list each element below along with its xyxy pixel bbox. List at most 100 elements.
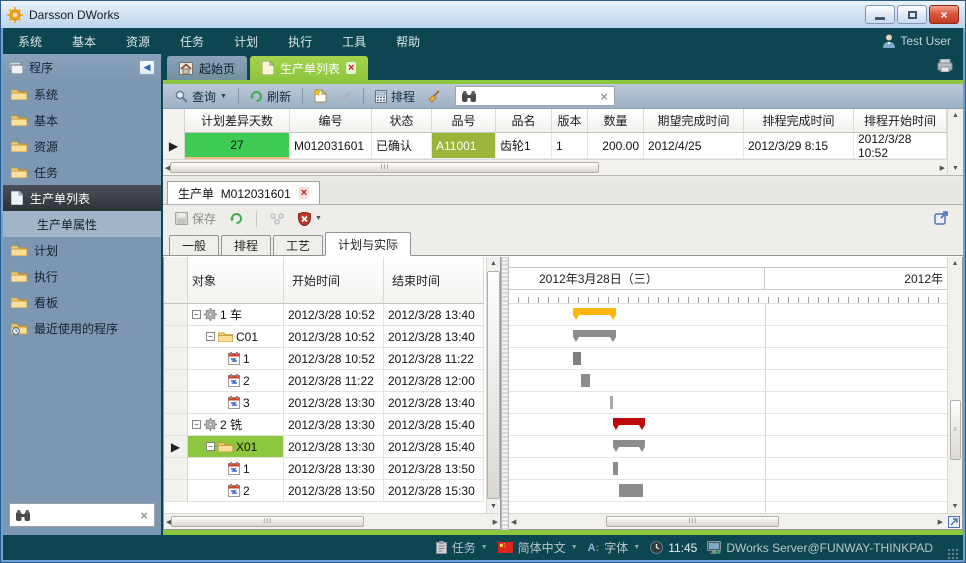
col-header[interactable]: 品名 (496, 109, 552, 133)
tab-schedule[interactable]: 排程 (221, 235, 271, 255)
menu-resource[interactable]: 资源 (111, 33, 165, 50)
menu-plan[interactable]: 计划 (219, 33, 273, 50)
scroll-right-icon[interactable]: ▶ (938, 515, 943, 529)
tab-home[interactable]: 起始页 (167, 56, 247, 80)
new-button[interactable] (310, 88, 331, 104)
toolbar-search-input[interactable]: × (455, 86, 615, 106)
grid-vscrollbar[interactable]: ▲ ▼ (947, 109, 963, 175)
col-header[interactable]: 开始时间 (284, 257, 384, 304)
current-user[interactable]: Test User (883, 34, 951, 48)
gantt-bar-task[interactable] (573, 352, 581, 365)
sidebar-item-recent-programs[interactable]: 最近使用的程序 (3, 315, 161, 341)
clear-search-icon[interactable]: × (600, 89, 608, 104)
tree-row[interactable]: 2 2012/3/28 13:50 2012/3/28 15:30 (164, 480, 486, 502)
grid-hscrollbar[interactable]: ◀ III ▶ (163, 159, 947, 175)
splitter-handle[interactable] (501, 257, 509, 530)
query-button[interactable]: 查询 ▼ (171, 87, 231, 106)
tab-plan-vs-actual[interactable]: 计划与实际 (325, 232, 411, 256)
refresh-button[interactable]: 刷新 (246, 87, 295, 106)
status-task-selector[interactable]: 任务 ▼ (436, 539, 488, 556)
sidebar-item-production-order-props[interactable]: 生产单属性 (3, 211, 161, 237)
gantt-bar-task[interactable] (613, 462, 618, 475)
gantt-vscrollbar[interactable]: ▲ ≡ ▼ (947, 257, 962, 513)
menu-system[interactable]: 系统 (3, 33, 57, 50)
subtab-close-icon[interactable]: × (299, 187, 309, 199)
gantt-bar-summary[interactable] (573, 330, 616, 337)
scroll-down-icon[interactable]: ▼ (952, 500, 959, 513)
tab-close-icon[interactable]: × (346, 62, 356, 74)
maximize-button[interactable] (897, 5, 927, 24)
scroll-down-icon[interactable]: ▼ (952, 162, 959, 175)
scroll-thumb[interactable]: III (170, 162, 599, 173)
tree-row[interactable]: 3 2012/3/28 13:30 2012/3/28 13:40 (164, 392, 486, 414)
scroll-right-icon[interactable]: ▶ (493, 515, 498, 529)
col-header[interactable]: 期望完成时间 (644, 109, 744, 133)
gantt-popout-icon[interactable] (945, 513, 962, 529)
tab-general[interactable]: 一般 (169, 235, 219, 255)
collapse-toggle[interactable]: − (206, 332, 215, 341)
sidebar-item-basic[interactable]: 基本 (3, 107, 161, 133)
tree-row[interactable]: 1 2012/3/28 13:30 2012/3/28 13:50 (164, 458, 486, 480)
tree-row[interactable]: −2 铣 2012/3/28 13:30 2012/3/28 15:40 (164, 414, 486, 436)
tree-row[interactable]: 2 2012/3/28 11:22 2012/3/28 12:00 (164, 370, 486, 392)
tree-row-selected[interactable]: ▶ −X01 2012/3/28 13:30 2012/3/28 15:40 (164, 436, 486, 458)
col-header[interactable]: 计划差异天数 (185, 109, 290, 133)
gantt-bar-summary[interactable] (573, 308, 616, 315)
tab-production-order-list[interactable]: 生产单列表 × (250, 56, 368, 80)
collapse-toggle[interactable]: − (206, 442, 215, 451)
menu-execute[interactable]: 执行 (273, 33, 327, 50)
scroll-up-icon[interactable]: ▲ (490, 257, 497, 270)
gantt-bar-summary[interactable] (613, 418, 645, 425)
col-header[interactable]: 编号 (290, 109, 372, 133)
scroll-right-icon[interactable]: ▶ (940, 161, 945, 175)
popout-icon[interactable] (934, 210, 949, 225)
sidebar-item-execute[interactable]: 执行 (3, 263, 161, 289)
schedule-button[interactable]: 排程 (371, 87, 419, 106)
sidebar-item-production-order-list[interactable]: 生产单列表 (3, 185, 161, 211)
menu-help[interactable]: 帮助 (381, 33, 435, 50)
collapse-toggle[interactable]: − (192, 310, 201, 319)
edit-button[interactable] (335, 89, 356, 104)
scroll-down-icon[interactable]: ▼ (490, 500, 497, 513)
col-header[interactable]: 品号 (432, 109, 496, 133)
col-header[interactable]: 版本 (552, 109, 588, 133)
menu-task[interactable]: 任务 (165, 33, 219, 50)
gantt-bar-task[interactable] (581, 374, 590, 387)
col-header[interactable]: 排程完成时间 (744, 109, 854, 133)
clean-button[interactable] (423, 89, 445, 104)
col-header[interactable]: 数量 (588, 109, 644, 133)
printer-icon[interactable] (937, 59, 953, 72)
refresh-detail-button[interactable] (226, 211, 247, 226)
resize-grip[interactable] (947, 548, 959, 560)
menu-basic[interactable]: 基本 (57, 33, 111, 50)
col-header[interactable]: 对象 (188, 257, 284, 304)
col-header[interactable]: 状态 (372, 109, 432, 133)
scroll-up-icon[interactable]: ▲ (952, 109, 959, 122)
tree-row[interactable]: 1 2012/3/28 10:52 2012/3/28 11:22 (164, 348, 486, 370)
scroll-thumb[interactable]: ≡ (950, 400, 961, 460)
save-button[interactable]: 保存 (171, 209, 220, 228)
sidebar-item-task[interactable]: 任务 (3, 159, 161, 185)
validate-button[interactable]: ▼ (294, 211, 326, 227)
minimize-button[interactable] (865, 5, 895, 24)
sidebar-item-plan[interactable]: 计划 (3, 237, 161, 263)
tree-hscrollbar[interactable]: ◀ III ▶ (164, 513, 500, 529)
tree-row[interactable]: −C01 2012/3/28 10:52 2012/3/28 13:40 (164, 326, 486, 348)
tree-row[interactable]: −1 车 2012/3/28 10:52 2012/3/28 13:40 (164, 304, 486, 326)
sidebar-item-kanban[interactable]: 看板 (3, 289, 161, 315)
sidebar-search-input[interactable]: × (9, 503, 155, 527)
gantt-hscrollbar[interactable]: ◀ III ▶ (509, 513, 945, 529)
close-button[interactable]: × (929, 5, 959, 24)
scroll-thumb[interactable] (487, 271, 500, 499)
scroll-up-icon[interactable]: ▲ (952, 257, 959, 270)
hierarchy-button[interactable] (266, 212, 288, 226)
status-font-selector[interactable]: A: 字体 ▼ (588, 539, 641, 556)
scroll-thumb[interactable]: III (171, 516, 364, 527)
sidebar-collapse-button[interactable]: ◀ (139, 60, 155, 75)
gantt-bar-summary[interactable] (613, 440, 645, 447)
gantt-bar-task[interactable] (610, 396, 613, 409)
order-subtab[interactable]: 生产单 M012031601 × (167, 181, 320, 204)
sidebar-item-system[interactable]: 系统 (3, 81, 161, 107)
tree-vscrollbar[interactable]: ▲ ▼ (486, 257, 500, 513)
scroll-left-icon[interactable]: ◀ (511, 515, 516, 529)
